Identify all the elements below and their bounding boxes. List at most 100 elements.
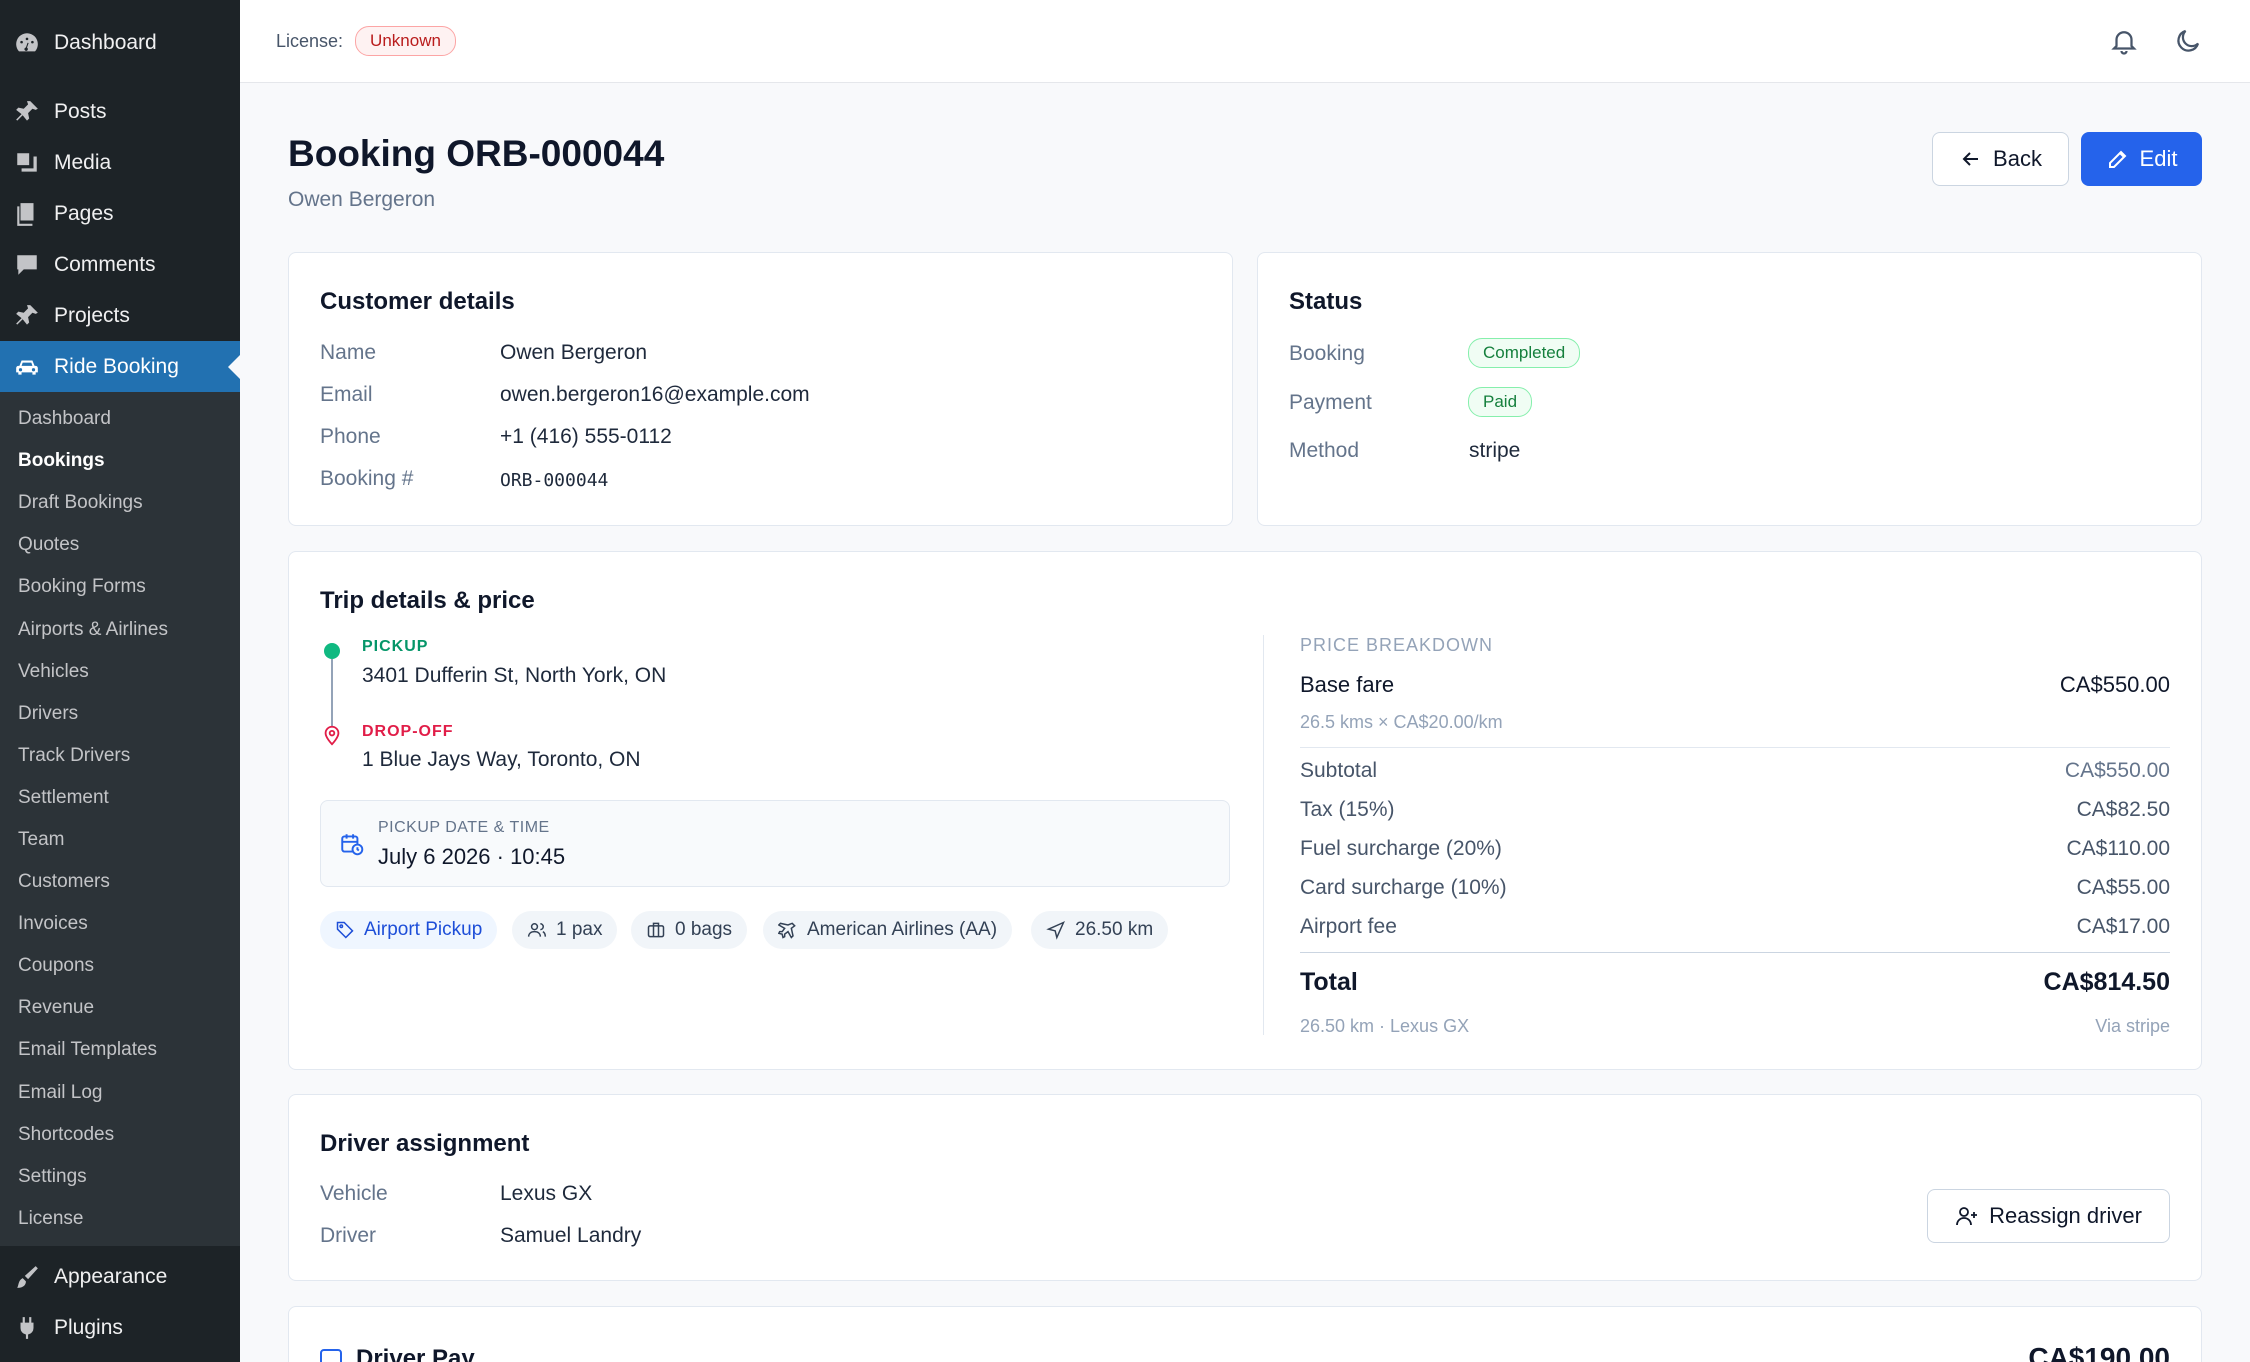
submenu-item-vehicles[interactable]: Vehicles	[0, 651, 240, 693]
payment-status-badge: Paid	[1468, 387, 1533, 417]
page-title: Booking ORB-000044	[288, 133, 665, 174]
booking-status-label: Booking	[1289, 342, 1365, 365]
pickup-datetime-box: PICKUP DATE & TIME July 6 2026 · 10:45	[320, 800, 1230, 887]
fuel-surcharge-label: Fuel surcharge (20%)	[1300, 837, 1502, 860]
user-plus-icon	[1956, 1207, 1978, 1226]
fuel-surcharge-value: CA$110.00	[2066, 837, 2170, 860]
edit-button[interactable]: Edit	[2081, 132, 2202, 186]
submenu-item-customers[interactable]: Customers	[0, 861, 240, 903]
submenu-item-invoices[interactable]: Invoices	[0, 903, 240, 945]
sidebar-item-comments[interactable]: Comments	[0, 239, 240, 290]
submenu-item-settings[interactable]: Settings	[0, 1156, 240, 1198]
map-pin-icon	[321, 723, 343, 747]
submenu-item-team[interactable]: Team	[0, 819, 240, 861]
submenu-item-dashboard[interactable]: Dashboard	[0, 398, 240, 440]
vehicle-value: Lexus GX	[500, 1182, 593, 1205]
status-card: Status Booking Completed Payment Paid Me…	[1257, 252, 2202, 526]
submenu-item-settlement[interactable]: Settlement	[0, 777, 240, 819]
card-title: Driver assignment	[320, 1130, 530, 1157]
chip-label: 0 bags	[675, 919, 733, 940]
top-bar: License: Unknown	[240, 0, 2250, 83]
moon-icon[interactable]	[2173, 26, 2203, 56]
comments-icon	[14, 252, 40, 278]
customer-phone[interactable]: +1 (416) 555-0112	[500, 425, 672, 449]
sidebar-submenu: Dashboard Bookings Draft Bookings Quotes Boo…	[0, 392, 240, 1246]
back-button-label: Back	[1993, 146, 2042, 171]
sidebar-label: Posts	[54, 99, 107, 123]
route-line	[331, 659, 333, 727]
sidebar-label: Ride Booking	[54, 354, 179, 378]
submenu-item-airports-airlines[interactable]: Airports & Airlines	[0, 608, 240, 650]
customer-email[interactable]: owen.bergeron16@example.com	[500, 383, 810, 407]
total-label: Total	[1300, 968, 1358, 996]
airport-fee-value: CA$17.00	[2076, 915, 2170, 938]
back-button[interactable]: Back	[1932, 132, 2069, 186]
arrow-left-icon	[1962, 152, 1979, 166]
sidebar-label: Appearance	[54, 1265, 168, 1289]
submenu-item-draft-bookings[interactable]: Draft Bookings	[0, 482, 240, 524]
sidebar-label: Comments	[54, 252, 156, 276]
sidebar-item-ride-booking[interactable]: Ride Booking	[0, 341, 240, 392]
pickup-dot	[324, 643, 340, 659]
sidebar-item-pages[interactable]: Pages	[0, 188, 240, 239]
divider	[1263, 635, 1264, 1035]
name-label: Name	[320, 341, 377, 364]
card-title: Trip details & price	[320, 587, 535, 614]
submenu-item-drivers[interactable]: Drivers	[0, 693, 240, 735]
reassign-button-label: Reassign driver	[1989, 1203, 2142, 1228]
price-footer-note: 26.50 km · Lexus GX	[1300, 1016, 1470, 1036]
dropoff-label: DROP-OFF	[362, 723, 454, 740]
submenu-item-track-drivers[interactable]: Track Drivers	[0, 735, 240, 777]
base-fare-label: Base fare	[1300, 672, 1395, 697]
method-label: Method	[1289, 439, 1360, 462]
price-breakdown-title: PRICE BREAKDOWN	[1300, 635, 1494, 655]
driver-label: Driver	[320, 1224, 376, 1247]
sidebar-label: Projects	[54, 303, 130, 327]
pickup-label: PICKUP	[362, 638, 429, 655]
card-surcharge-label: Card surcharge (10%)	[1300, 876, 1507, 899]
sidebar-label: Plugins	[54, 1316, 123, 1340]
booking-number-label: Booking #	[320, 467, 414, 490]
media-icon	[14, 150, 40, 176]
submenu-item-quotes[interactable]: Quotes	[0, 524, 240, 566]
plugin-icon	[14, 1315, 40, 1341]
sidebar-item-posts[interactable]: Posts	[0, 86, 240, 137]
chip-label: 26.50 km	[1075, 919, 1154, 940]
submenu-item-license[interactable]: License	[0, 1198, 240, 1240]
submenu-item-revenue[interactable]: Revenue	[0, 987, 240, 1029]
pin-icon	[14, 303, 40, 329]
email-label: Email	[320, 383, 373, 406]
customer-name: Owen Bergeron	[500, 341, 648, 364]
bell-icon[interactable]	[2109, 26, 2139, 56]
pencil-icon	[2108, 150, 2126, 168]
base-fare-note: 26.5 kms × CA$20.00/km	[1300, 712, 1503, 732]
calendar-clock-icon	[339, 831, 365, 857]
submenu-item-email-templates[interactable]: Email Templates	[0, 1029, 240, 1071]
airline-chip: American Airlines (AA)	[763, 911, 1013, 949]
license-label: License:	[276, 30, 344, 51]
sidebar-item-appearance[interactable]: Appearance	[0, 1252, 240, 1303]
edit-button-label: Edit	[2139, 146, 2178, 171]
sidebar-item-media[interactable]: Media	[0, 137, 240, 188]
tax-label: Tax (15%)	[1300, 798, 1395, 821]
users-icon	[527, 923, 547, 937]
divider	[1300, 747, 2170, 748]
payment-via-note: Via stripe	[2095, 1016, 2170, 1036]
divider	[1300, 952, 2170, 953]
reassign-driver-button[interactable]: Reassign driver	[1927, 1189, 2170, 1243]
dropoff-address: 1 Blue Jays Way, Toronto, ON	[362, 748, 641, 771]
sidebar-item-plugins[interactable]: Plugins	[0, 1303, 240, 1354]
payment-status-label: Payment	[1289, 391, 1372, 414]
submenu-item-shortcodes[interactable]: Shortcodes	[0, 1114, 240, 1156]
submenu-item-bookings[interactable]: Bookings	[0, 440, 240, 482]
sidebar-item-dashboard[interactable]: Dashboard	[0, 0, 240, 86]
sidebar-label: Pages	[54, 201, 114, 225]
sidebar-item-projects[interactable]: Projects	[0, 290, 240, 341]
trip-details-card: Trip details & price PICKUP 3401 Dufferi…	[288, 551, 2202, 1070]
submenu-item-coupons[interactable]: Coupons	[0, 945, 240, 987]
card-title: Status	[1289, 288, 1363, 315]
chip-label: Airport Pickup	[364, 919, 483, 940]
submenu-item-email-log[interactable]: Email Log	[0, 1072, 240, 1114]
subtotal-value: CA$550.00	[2064, 759, 2170, 782]
submenu-item-booking-forms[interactable]: Booking Forms	[0, 566, 240, 608]
